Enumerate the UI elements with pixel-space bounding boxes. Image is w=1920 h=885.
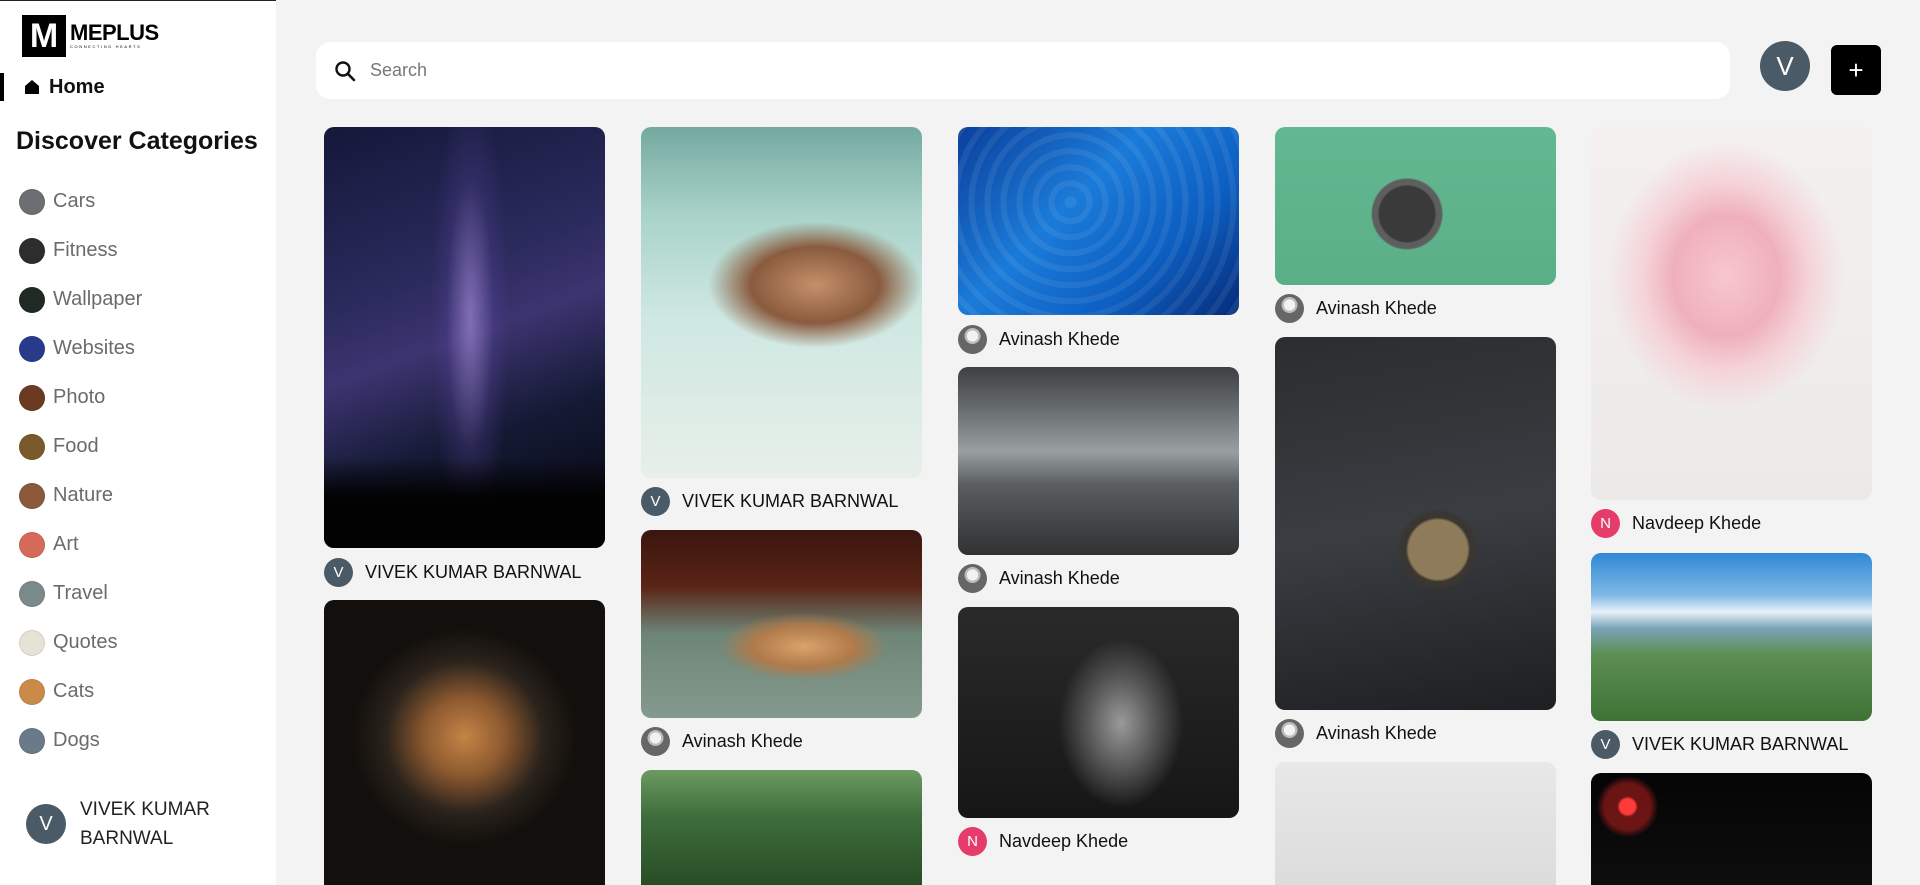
pin-author[interactable]: V VIVEK KUMAR BARNWAL <box>1591 729 1848 759</box>
nav-home[interactable]: Home <box>0 71 276 103</box>
categories-heading: Discover Categories <box>16 127 258 155</box>
category-label: Cats <box>53 680 95 702</box>
category-label: Food <box>53 435 99 457</box>
author-name: Navdeep Khede <box>999 830 1129 851</box>
category-label: Art <box>53 533 79 555</box>
sidebar-user-profile[interactable]: V VIVEK KUMAR BARNWAL <box>26 795 230 853</box>
author-avatar <box>958 563 987 593</box>
author-avatar: V <box>641 486 670 516</box>
sidebar-user-name: VIVEK KUMAR BARNWAL <box>80 799 210 849</box>
author-avatar: N <box>1591 508 1620 538</box>
brand-logo[interactable]: M MEPLUS CONNECTING HEARTS <box>22 15 159 57</box>
pin-image[interactable] <box>1591 553 1872 721</box>
logo-mark: M <box>22 15 66 57</box>
category-item-food[interactable]: Food <box>19 422 142 471</box>
author-avatar <box>1275 293 1304 323</box>
category-thumbnail <box>19 531 45 558</box>
nav-home-label: Home <box>49 75 105 98</box>
pin-author[interactable]: V VIVEK KUMAR BARNWAL <box>641 486 898 516</box>
author-avatar: V <box>324 557 353 587</box>
category-item-cats[interactable]: Cats <box>19 667 142 716</box>
category-item-photo[interactable]: Photo <box>19 373 142 422</box>
add-pin-button[interactable]: + <box>1831 45 1881 95</box>
pin-image[interactable] <box>324 600 605 885</box>
category-label: Dogs <box>53 729 100 751</box>
category-label: Websites <box>53 337 135 359</box>
pin-image[interactable] <box>1591 773 1872 885</box>
category-thumbnail <box>19 335 45 362</box>
category-label: Fitness <box>53 239 118 261</box>
sidebar: M MEPLUS CONNECTING HEARTS Home Discover… <box>0 0 276 885</box>
category-label: Travel <box>53 582 108 604</box>
category-item-wallpaper[interactable]: Wallpaper <box>19 275 142 324</box>
author-avatar <box>958 324 987 354</box>
category-thumbnail <box>19 727 45 754</box>
category-item-dogs[interactable]: Dogs <box>19 716 142 765</box>
pin-author[interactable]: Avinash Khede <box>958 563 1120 593</box>
pin-image[interactable] <box>324 127 605 548</box>
pin-image[interactable] <box>1275 127 1556 285</box>
brand-tagline: CONNECTING HEARTS <box>70 44 142 49</box>
category-label: Photo <box>53 386 106 408</box>
pin-author[interactable]: Avinash Khede <box>958 324 1120 354</box>
category-item-art[interactable]: Art <box>19 520 142 569</box>
author-name: Avinash Khede <box>1316 297 1437 318</box>
author-avatar <box>641 726 670 756</box>
pin-image[interactable] <box>641 770 922 885</box>
pin-image[interactable] <box>1591 127 1872 500</box>
search-bar[interactable] <box>316 42 1730 99</box>
category-label: Quotes <box>53 631 118 653</box>
category-label: Cars <box>53 190 96 212</box>
author-name: Avinash Khede <box>1316 722 1437 743</box>
pin-image[interactable] <box>958 607 1239 818</box>
category-item-travel[interactable]: Travel <box>19 569 142 618</box>
category-item-cars[interactable]: Cars <box>19 177 142 226</box>
pin-author[interactable]: Avinash Khede <box>641 726 803 756</box>
category-item-nature[interactable]: Nature <box>19 471 142 520</box>
category-thumbnail <box>19 580 45 607</box>
logo-text: MEPLUS CONNECTING HEARTS <box>70 22 159 50</box>
category-thumbnail <box>19 237 45 264</box>
author-name: VIVEK KUMAR BARNWAL <box>1632 733 1849 754</box>
header-avatar[interactable]: V <box>1760 41 1810 91</box>
home-icon <box>25 80 39 94</box>
author-avatar: N <box>958 826 987 856</box>
author-name: Avinash Khede <box>999 567 1120 588</box>
category-label: Nature <box>53 484 114 506</box>
author-name: Avinash Khede <box>999 328 1120 349</box>
category-label: Wallpaper <box>53 288 143 310</box>
pin-author[interactable]: Avinash Khede <box>1275 293 1437 323</box>
category-item-quotes[interactable]: Quotes <box>19 618 142 667</box>
author-name: VIVEK KUMAR BARNWAL <box>365 561 582 582</box>
category-item-fitness[interactable]: Fitness <box>19 226 142 275</box>
author-avatar: V <box>1591 729 1620 759</box>
category-thumbnail <box>19 384 45 411</box>
pin-image[interactable] <box>641 127 922 478</box>
pin-image[interactable] <box>641 530 922 718</box>
category-thumbnail <box>19 678 45 705</box>
search-icon <box>335 60 356 81</box>
category-thumbnail <box>19 188 45 215</box>
brand-name: MEPLUS <box>70 20 159 45</box>
pin-author[interactable]: N Navdeep Khede <box>958 826 1128 856</box>
category-thumbnail <box>19 482 45 509</box>
category-item-websites[interactable]: Websites <box>19 324 142 373</box>
pin-image[interactable] <box>958 127 1239 315</box>
pin-author[interactable]: Avinash Khede <box>1275 718 1437 748</box>
pin-image[interactable] <box>1275 337 1556 710</box>
category-thumbnail <box>19 629 45 656</box>
author-name: VIVEK KUMAR BARNWAL <box>682 490 899 511</box>
avatar: V <box>26 804 66 844</box>
pin-author[interactable]: N Navdeep Khede <box>1591 508 1761 538</box>
pin-image[interactable] <box>1275 762 1556 885</box>
category-thumbnail <box>19 286 45 313</box>
author-name: Navdeep Khede <box>1632 512 1762 533</box>
pin-author[interactable]: V VIVEK KUMAR BARNWAL <box>324 557 581 587</box>
search-input[interactable] <box>370 60 1670 81</box>
author-avatar <box>1275 718 1304 748</box>
author-name: Avinash Khede <box>682 730 803 751</box>
pin-image[interactable] <box>958 367 1239 555</box>
category-thumbnail <box>19 433 45 460</box>
category-list: Cars Fitness Wallpaper Websites Photo Fo… <box>19 177 142 765</box>
